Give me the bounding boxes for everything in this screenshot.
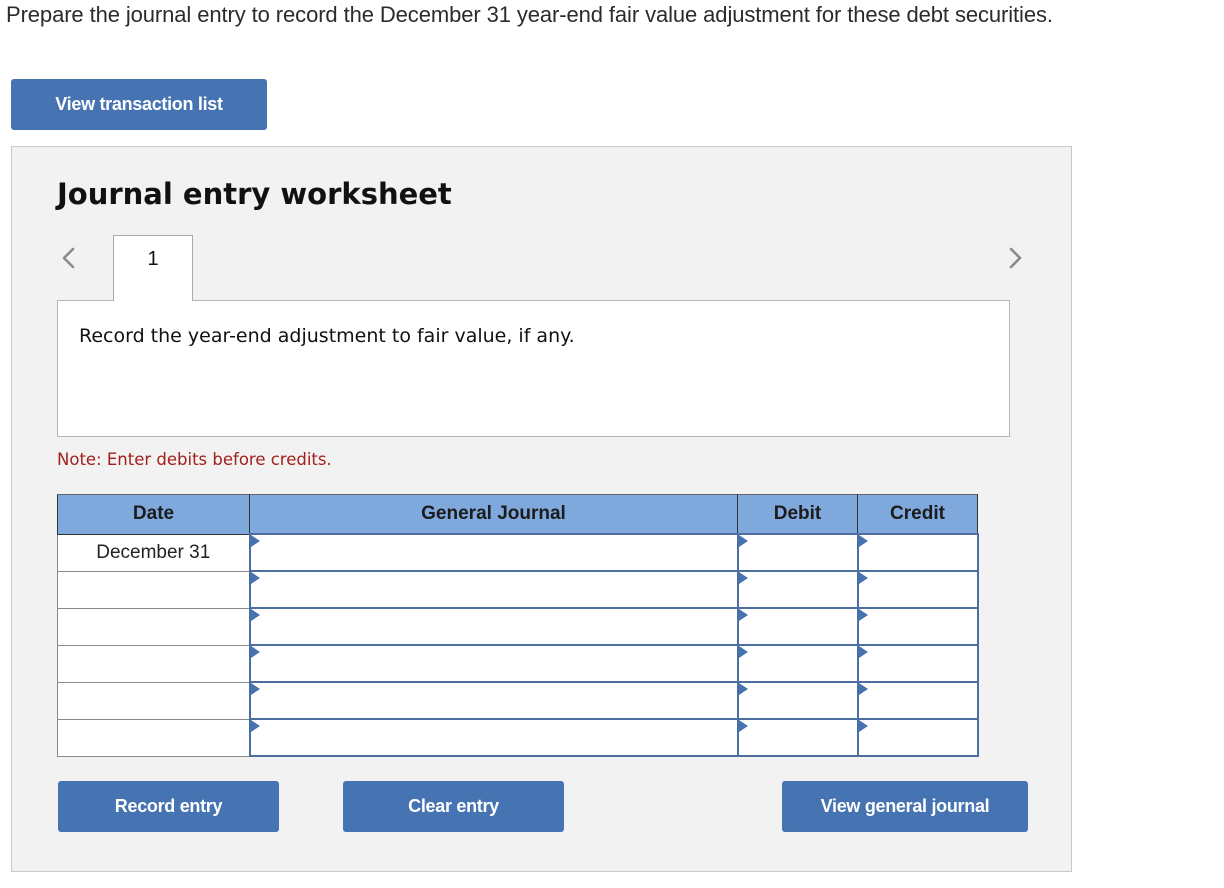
header-debit: Debit: [737, 494, 858, 535]
account-select[interactable]: [250, 683, 737, 718]
credit-input[interactable]: [858, 646, 977, 681]
table-header-row: Date General Journal Debit Credit: [57, 494, 978, 535]
worksheet-title: Journal entry worksheet: [57, 177, 452, 211]
header-general-journal: General Journal: [249, 494, 738, 535]
table-row: December 31: [57, 533, 979, 572]
journal-table: Date General Journal Debit Credit Decemb…: [57, 494, 979, 757]
debit-input[interactable]: [738, 720, 857, 755]
chevron-left-icon[interactable]: [56, 245, 82, 271]
view-transaction-list-button[interactable]: View transaction list: [11, 79, 267, 130]
tab-entry-1[interactable]: 1: [113, 235, 193, 301]
date-cell: December 31: [57, 533, 250, 572]
debit-input[interactable]: [738, 535, 857, 570]
table-row: [57, 570, 979, 609]
credit-input[interactable]: [858, 535, 977, 570]
view-general-journal-button[interactable]: View general journal: [782, 781, 1028, 832]
date-cell: [57, 718, 250, 757]
note-text: Note: Enter debits before credits.: [57, 450, 332, 469]
header-date: Date: [57, 494, 250, 535]
credit-input[interactable]: [858, 572, 977, 607]
debit-input[interactable]: [738, 609, 857, 644]
account-select[interactable]: [250, 572, 737, 607]
debit-input[interactable]: [738, 646, 857, 681]
table-row: [57, 718, 979, 757]
instruction-text: Record the year-end adjustment to fair v…: [79, 325, 575, 347]
clear-entry-button[interactable]: Clear entry: [343, 781, 564, 832]
date-cell: [57, 644, 250, 683]
credit-input[interactable]: [858, 683, 977, 718]
date-cell: [57, 570, 250, 609]
table-row: [57, 644, 979, 683]
journal-entry-worksheet-panel: Journal entry worksheet 1 Record the yea…: [11, 146, 1072, 872]
account-select[interactable]: [250, 646, 737, 681]
account-select[interactable]: [250, 609, 737, 644]
credit-input[interactable]: [858, 720, 977, 755]
instruction-box: Record the year-end adjustment to fair v…: [57, 300, 1010, 437]
account-select[interactable]: [250, 720, 737, 755]
chevron-right-icon[interactable]: [1002, 245, 1028, 271]
date-cell: [57, 607, 250, 646]
table-row: [57, 681, 979, 720]
record-entry-button[interactable]: Record entry: [58, 781, 279, 832]
debit-input[interactable]: [738, 572, 857, 607]
account-select[interactable]: [250, 535, 737, 570]
tab-label: 1: [147, 248, 159, 270]
table-row: [57, 607, 979, 646]
date-cell: [57, 681, 250, 720]
debit-input[interactable]: [738, 683, 857, 718]
question-prompt: Prepare the journal entry to record the …: [6, 2, 1053, 27]
header-credit: Credit: [857, 494, 978, 535]
credit-input[interactable]: [858, 609, 977, 644]
